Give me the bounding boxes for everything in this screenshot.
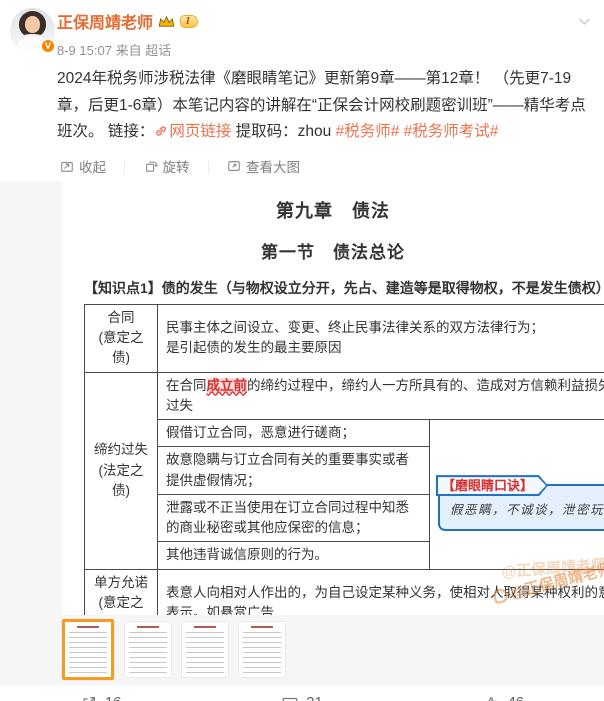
crown-icon — [158, 15, 175, 27]
username[interactable]: 正保周靖老师 — [57, 9, 153, 33]
mnemonic-cell: 【磨眼睛口诀】 假恶瞒，不诚谈，泄密玩 — [429, 419, 604, 570]
toolbar-separator: ｜ — [201, 159, 216, 175]
weibo-logo-icon — [492, 587, 510, 605]
link-prefix: 链接： — [107, 123, 155, 141]
post-meta: 8-9 15:07 来自 超话 — [57, 40, 590, 59]
avatar-face — [25, 16, 40, 33]
view-large-button[interactable]: 查看大图 — [227, 156, 300, 176]
table-row: 假借订立合同，恶意进行磋商； 【磨眼睛口诀】 假恶瞒，不诚谈，泄密玩 — [85, 419, 604, 570]
thumbnail-3[interactable] — [182, 622, 228, 678]
thumbnail-4[interactable] — [239, 622, 285, 678]
source-link[interactable]: 超话 — [145, 43, 171, 58]
speech-bubble-icon — [282, 697, 298, 701]
comment-count: 21 — [306, 694, 323, 701]
mnemonic-text: 假恶瞒，不诚谈，泄密玩 — [450, 502, 604, 518]
extraction-code: 提取码：zhou — [235, 123, 332, 141]
row-label: 合同 (意定之债) — [84, 303, 158, 373]
like-count: 46 — [507, 694, 524, 701]
share-count: 16 — [105, 694, 122, 701]
knowledge-point-heading: 【知识点1】债的发生（与物权设立分开，先占、建造等是取得物权，不是发生债权） — [84, 279, 604, 296]
web-link[interactable]: 网页链接 — [154, 123, 231, 140]
weibo-post: V 正保周靖老师 I 8-9 15:07 来自 超话 2024年税务师涉税法律《… — [0, 0, 604, 701]
toolbar-separator: ｜ — [118, 159, 132, 175]
like-button[interactable]: 46 — [403, 694, 604, 701]
image-toolbar: 收起 ｜ 旋转 ｜ 查看大图 — [0, 154, 604, 182]
row-body: 其他违背诚信原则的行为。 — [157, 541, 430, 570]
rotate-icon — [145, 161, 158, 172]
share-button[interactable]: 16 — [0, 694, 201, 701]
share-arrow-icon — [83, 696, 95, 701]
timestamp: 8-9 15:07 — [57, 43, 112, 58]
member-level-badge[interactable]: I — [180, 14, 198, 28]
comment-button[interactable]: 21 — [201, 694, 402, 701]
hashtag-2[interactable]: #税务师考试# — [404, 123, 499, 140]
note-image[interactable]: 第九章 债法 第一节 债法总论 【知识点1】债的发生（与物权设立分开，先占、建造… — [62, 181, 604, 615]
collapse-image-icon — [61, 161, 73, 172]
chapter-title: 第九章 债法 — [276, 200, 390, 221]
row-label: 单方允诺 (意定之债) — [84, 568, 158, 615]
chain-link-icon — [156, 126, 167, 136]
thumbnail-1-selected[interactable] — [62, 619, 114, 681]
view-large-image-icon — [228, 161, 240, 171]
row-body: 民事主体之间设立、变更、终止民事法律关系的双方法律行为； 是引起债的发生的最主要… — [157, 303, 604, 373]
row-label: 缔约过失 (法定之债) — [84, 371, 158, 570]
row-body: 假借订立合同，恶意进行磋商； — [157, 419, 430, 448]
row-body: 在合同成立前的缔约过程中，缔约人一方所具有的、造成对方信赖利益损失的过失 — [157, 371, 604, 421]
row-body: 泄露或不正当使用在订立合同过程中知悉的商业秘密或其他应保密的信息； — [157, 493, 430, 543]
rotate-button[interactable]: 旋转 — [144, 156, 190, 176]
table-row: 缔约过失 (法定之债) 在合同成立前的缔约过程中，缔约人一方所具有的、造成对方信… — [84, 371, 604, 570]
section-title: 第一节 债法总论 — [261, 242, 405, 262]
mnemonic-callout: 【磨眼睛口诀】 假恶瞒，不诚谈，泄密玩 — [438, 484, 604, 531]
highlighted-term: 成立前 — [206, 377, 247, 393]
chevron-down-icon[interactable] — [577, 14, 592, 29]
table-row: 合同 (意定之债) 民事主体之间设立、变更、终止民事法律关系的双方法律行为； 是… — [84, 303, 604, 373]
thumbs-up-icon — [488, 696, 498, 701]
collapse-button[interactable]: 收起 — [60, 156, 106, 176]
thumbnail-2[interactable] — [125, 622, 171, 678]
image-area: 第九章 债法 第一节 债法总论 【知识点1】债的发生（与物权设立分开，先占、建造… — [0, 181, 604, 615]
mnemonic-tag: 【磨眼睛口诀】 — [436, 475, 548, 496]
row-body: 故意隐瞒与订立合同有关的重要事实或者提供虚假情况； — [157, 446, 430, 495]
action-bar: 16 21 46 — [0, 684, 604, 701]
post-header: V 正保周靖老师 I 8-9 15:07 来自 超话 — [0, 0, 604, 62]
verified-v-icon: V — [40, 38, 56, 54]
post-content: 2024年税务师涉税法律《磨眼睛笔记》更新第9章——第12章！ （先更7-19章… — [0, 62, 604, 154]
hashtag-1[interactable]: #税务师# — [336, 123, 400, 140]
thumbnail-strip — [0, 614, 604, 685]
from-label: 来自 — [115, 43, 142, 58]
